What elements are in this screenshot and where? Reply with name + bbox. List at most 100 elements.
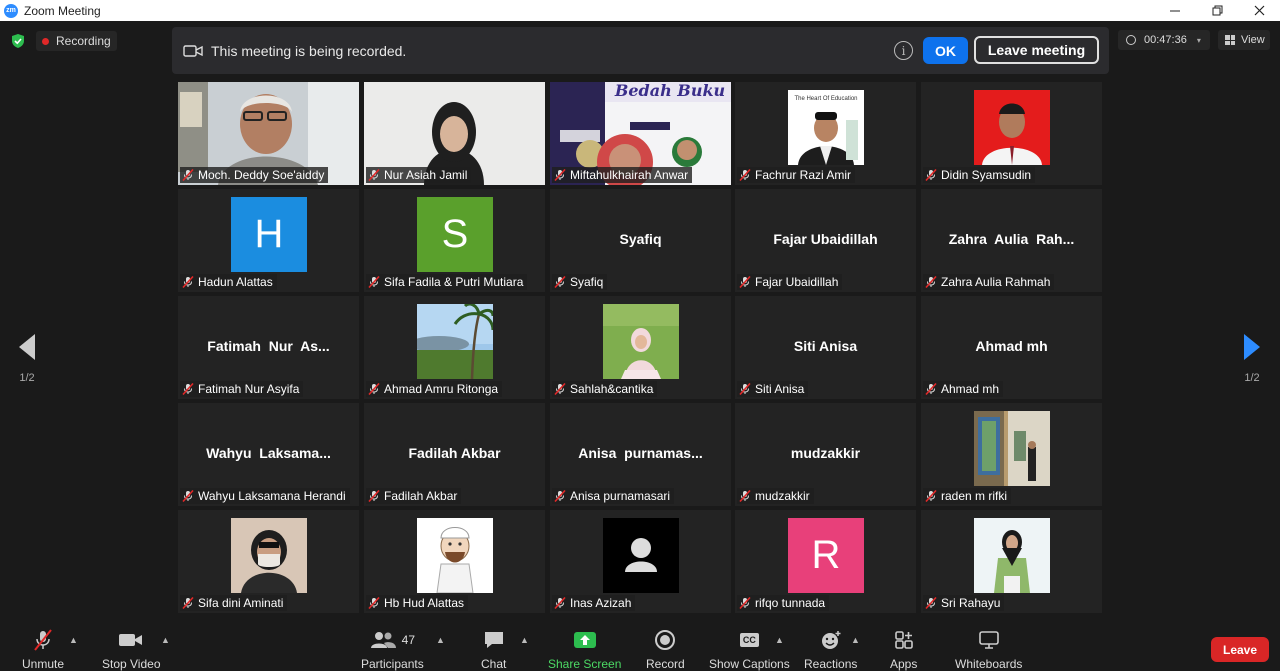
participant-name: Moch. Deddy Soe'aiddy (198, 168, 325, 182)
view-label: View (1241, 34, 1265, 46)
zoom-app-icon: zm (4, 3, 18, 18)
participant-name: Sifa dini Aminati (198, 596, 284, 610)
security-shield-icon[interactable] (11, 34, 25, 48)
unmute-button[interactable]: Unmute (22, 629, 64, 671)
unmute-label: Unmute (22, 657, 65, 671)
window-title: Zoom Meeting (24, 3, 101, 18)
participant-tile[interactable]: Ahmad mh Ahmad mh (921, 296, 1102, 399)
muted-microphone-icon (554, 490, 566, 502)
participant-tile[interactable]: Ahmad Amru Ritonga (364, 296, 545, 399)
participant-tile[interactable]: Fajar Ubaidillah Fajar Ubaidillah (735, 189, 916, 292)
participant-tile[interactable]: Syafiq Syafiq (550, 189, 731, 292)
whiteboards-button[interactable]: Whiteboards (955, 629, 1022, 671)
muted-microphone-icon (739, 169, 751, 181)
record-button[interactable]: Record (646, 629, 685, 671)
record-icon (655, 630, 676, 650)
captions-chevron-icon[interactable]: ▲ (775, 635, 784, 645)
chat-button[interactable]: Chat (481, 629, 506, 671)
participant-tile[interactable]: Moch. Deddy Soe'aiddy (178, 82, 359, 185)
participant-name-tag: rifqo tunnada (737, 595, 830, 611)
avatar: S (417, 197, 493, 272)
participant-display-name: Siti Anisa (793, 338, 858, 354)
participant-tile[interactable]: Nur Asiah Jamil (364, 82, 545, 185)
recording-notice-text: This meeting is being recorded. (211, 42, 407, 59)
reactions-chevron-icon[interactable]: ▲ (851, 635, 860, 645)
recording-camera-icon (183, 44, 203, 57)
stop-video-label: Stop Video (102, 657, 161, 671)
ok-button[interactable]: OK (923, 37, 968, 64)
participant-tile[interactable]: S Sifa Fadila & Putri Mutiara (364, 189, 545, 292)
recording-indicator[interactable]: Recording (36, 31, 117, 51)
close-button[interactable] (1238, 0, 1280, 21)
muted-microphone-icon (739, 383, 751, 395)
participant-tile[interactable]: raden m rifki (921, 403, 1102, 506)
audio-options-chevron-icon[interactable]: ▲ (69, 635, 78, 645)
muted-microphone-icon (739, 276, 751, 288)
participant-tile[interactable]: Siti Anisa Siti Anisa (735, 296, 916, 399)
video-options-chevron-icon[interactable]: ▲ (161, 635, 170, 645)
window-title-bar: zm Zoom Meeting (0, 0, 1280, 21)
participant-tile[interactable]: Fadilah Akbar Fadilah Akbar (364, 403, 545, 506)
restore-button[interactable] (1196, 0, 1238, 21)
participants-chevron-icon[interactable]: ▲ (436, 635, 445, 645)
muted-microphone-icon (554, 597, 566, 609)
participant-name: Siti Anisa (755, 382, 805, 396)
share-screen-label: Share Screen (548, 657, 622, 671)
participant-name-tag: Anisa purnamasari (552, 488, 675, 504)
arrow-left-icon (19, 334, 35, 360)
participant-tile[interactable]: Sahlah&cantika (550, 296, 731, 399)
leave-button[interactable]: Leave (1211, 637, 1269, 662)
minimize-button[interactable] (1154, 0, 1196, 21)
chevron-down-icon: ▾ (1196, 35, 1201, 45)
participant-tile[interactable]: Anisa purnamas... Anisa purnamasari (550, 403, 731, 506)
avatar: H (231, 197, 307, 272)
share-screen-button[interactable]: Share Screen (548, 629, 621, 671)
muted-microphone-icon (182, 169, 194, 181)
participant-name-tag: Sri Rahayu (923, 595, 1005, 611)
participant-tile[interactable]: H Hadun Alattas (178, 189, 359, 292)
participant-name-tag: Ahmad mh (923, 381, 1004, 397)
meeting-toolbar: Unmute ▲ Stop Video ▲ 47 Participants ▲ … (0, 623, 1280, 671)
participant-tile[interactable]: Sifa dini Aminati (178, 510, 359, 613)
participant-name-tag: Nur Asiah Jamil (366, 167, 472, 183)
page-indicator-right: 1/2 (1244, 372, 1260, 384)
participant-tile[interactable]: Zahra Aulia Rah... Zahra Aulia Rahmah (921, 189, 1102, 292)
muted-microphone-icon (739, 490, 751, 502)
participant-tile[interactable]: Bedah Buku Miftahulkhairah Anwar (550, 82, 731, 185)
participant-tile[interactable]: The Heart Of Education Fachrur Razi Amir (735, 82, 916, 185)
info-icon[interactable]: i (894, 41, 913, 60)
participant-name: Wahyu Laksamana Herandi (198, 489, 346, 503)
meeting-timer[interactable]: 00:47:36 ▾ (1118, 30, 1210, 50)
reactions-button[interactable]: Reactions (804, 629, 857, 671)
participant-tile[interactable]: Inas Azizah (550, 510, 731, 613)
participant-tile[interactable]: mudzakkir mudzakkir (735, 403, 916, 506)
participant-tile[interactable]: Wahyu Laksama... Wahyu Laksamana Herandi (178, 403, 359, 506)
participant-name-tag: Fachrur Razi Amir (737, 167, 856, 183)
participant-tile[interactable]: Sri Rahayu (921, 510, 1102, 613)
participant-tile[interactable]: Rrifqo tunnada (735, 510, 916, 613)
leave-meeting-button[interactable]: Leave meeting (974, 36, 1099, 64)
video-camera-icon (119, 634, 143, 646)
participants-button[interactable]: 47 Participants (361, 629, 424, 671)
muted-microphone-icon (554, 276, 566, 288)
stop-video-button[interactable]: Stop Video (102, 629, 161, 671)
participant-name: rifqo tunnada (755, 596, 826, 610)
participant-tile[interactable]: Fatimah Nur As... Fatimah Nur Asyifa (178, 296, 359, 399)
participant-name: Hadun Alattas (198, 275, 273, 289)
chat-chevron-icon[interactable]: ▲ (520, 635, 529, 645)
previous-page-button[interactable]: 1/2 (12, 334, 42, 384)
next-page-button[interactable]: 1/2 (1237, 334, 1267, 384)
participants-icon (370, 632, 396, 648)
recording-label: Recording (56, 34, 111, 48)
participant-name-tag: mudzakkir (737, 488, 814, 504)
participant-name: Anisa purnamasari (570, 489, 671, 503)
participant-tile[interactable]: Didin Syamsudin (921, 82, 1102, 185)
muted-microphone-icon (925, 383, 937, 395)
view-button[interactable]: View (1218, 30, 1270, 50)
apps-button[interactable]: Apps (890, 629, 917, 671)
muted-microphone-icon (925, 169, 937, 181)
muted-microphone-icon (182, 597, 194, 609)
closed-captions-icon: CC (739, 633, 759, 647)
participant-name-tag: Zahra Aulia Rahmah (923, 274, 1055, 290)
participant-tile[interactable]: Hb Hud Alattas (364, 510, 545, 613)
